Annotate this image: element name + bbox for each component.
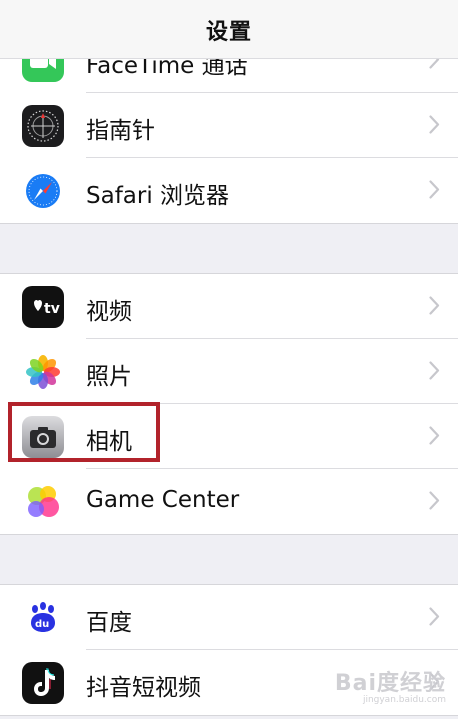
settings-row-label: 百度 <box>86 610 132 636</box>
safari-icon <box>22 170 64 212</box>
chevron-right-icon <box>429 115 440 134</box>
settings-row-label: Game Center <box>86 487 240 513</box>
settings-row-game-center[interactable]: Game Center <box>0 469 458 534</box>
photos-icon <box>22 351 64 393</box>
settings-row-label: 指南针 <box>86 118 155 144</box>
settings-row-photos[interactable]: 照片 <box>0 339 458 404</box>
page-title: 设置 <box>205 20 252 45</box>
settings-row-baidu[interactable]: du 百度 <box>0 585 458 650</box>
settings-row-label: Safari 浏览器 <box>86 183 230 209</box>
svg-text:du: du <box>35 619 49 630</box>
settings-group-2: tv 视频 照片 相机 Game Center <box>0 273 458 535</box>
chevron-right-icon <box>429 426 440 445</box>
game-center-icon <box>22 481 64 523</box>
chevron-right-icon <box>429 180 440 199</box>
watermark-url: jingyan.baidu.com <box>362 695 446 705</box>
chevron-right-icon <box>429 296 440 315</box>
svg-text:tv: tv <box>44 301 60 317</box>
baidu-icon: du <box>22 597 64 639</box>
settings-row-label: 照片 <box>86 364 132 390</box>
chevron-right-icon <box>429 361 440 380</box>
settings-row-compass[interactable]: 指南针 <box>0 93 458 158</box>
settings-row-tv[interactable]: tv 视频 <box>0 274 458 339</box>
watermark-brand: Bai度经验 <box>334 671 446 696</box>
chevron-right-icon <box>429 491 440 510</box>
settings-row-label: 视频 <box>86 299 132 325</box>
chevron-right-icon <box>429 607 440 626</box>
watermark: Bai度经验 jingyan.baidu.com <box>335 665 446 705</box>
compass-icon <box>22 105 64 147</box>
camera-icon <box>22 416 64 458</box>
settings-row-camera[interactable]: 相机 <box>0 404 458 469</box>
settings-row-label: 抖音短视频 <box>86 675 201 701</box>
tv-icon: tv <box>22 286 64 328</box>
douyin-icon <box>22 662 64 704</box>
settings-row-safari[interactable]: Safari 浏览器 <box>0 158 458 223</box>
settings-row-label: 相机 <box>86 429 132 455</box>
navigation-bar: 设置 <box>0 0 458 59</box>
